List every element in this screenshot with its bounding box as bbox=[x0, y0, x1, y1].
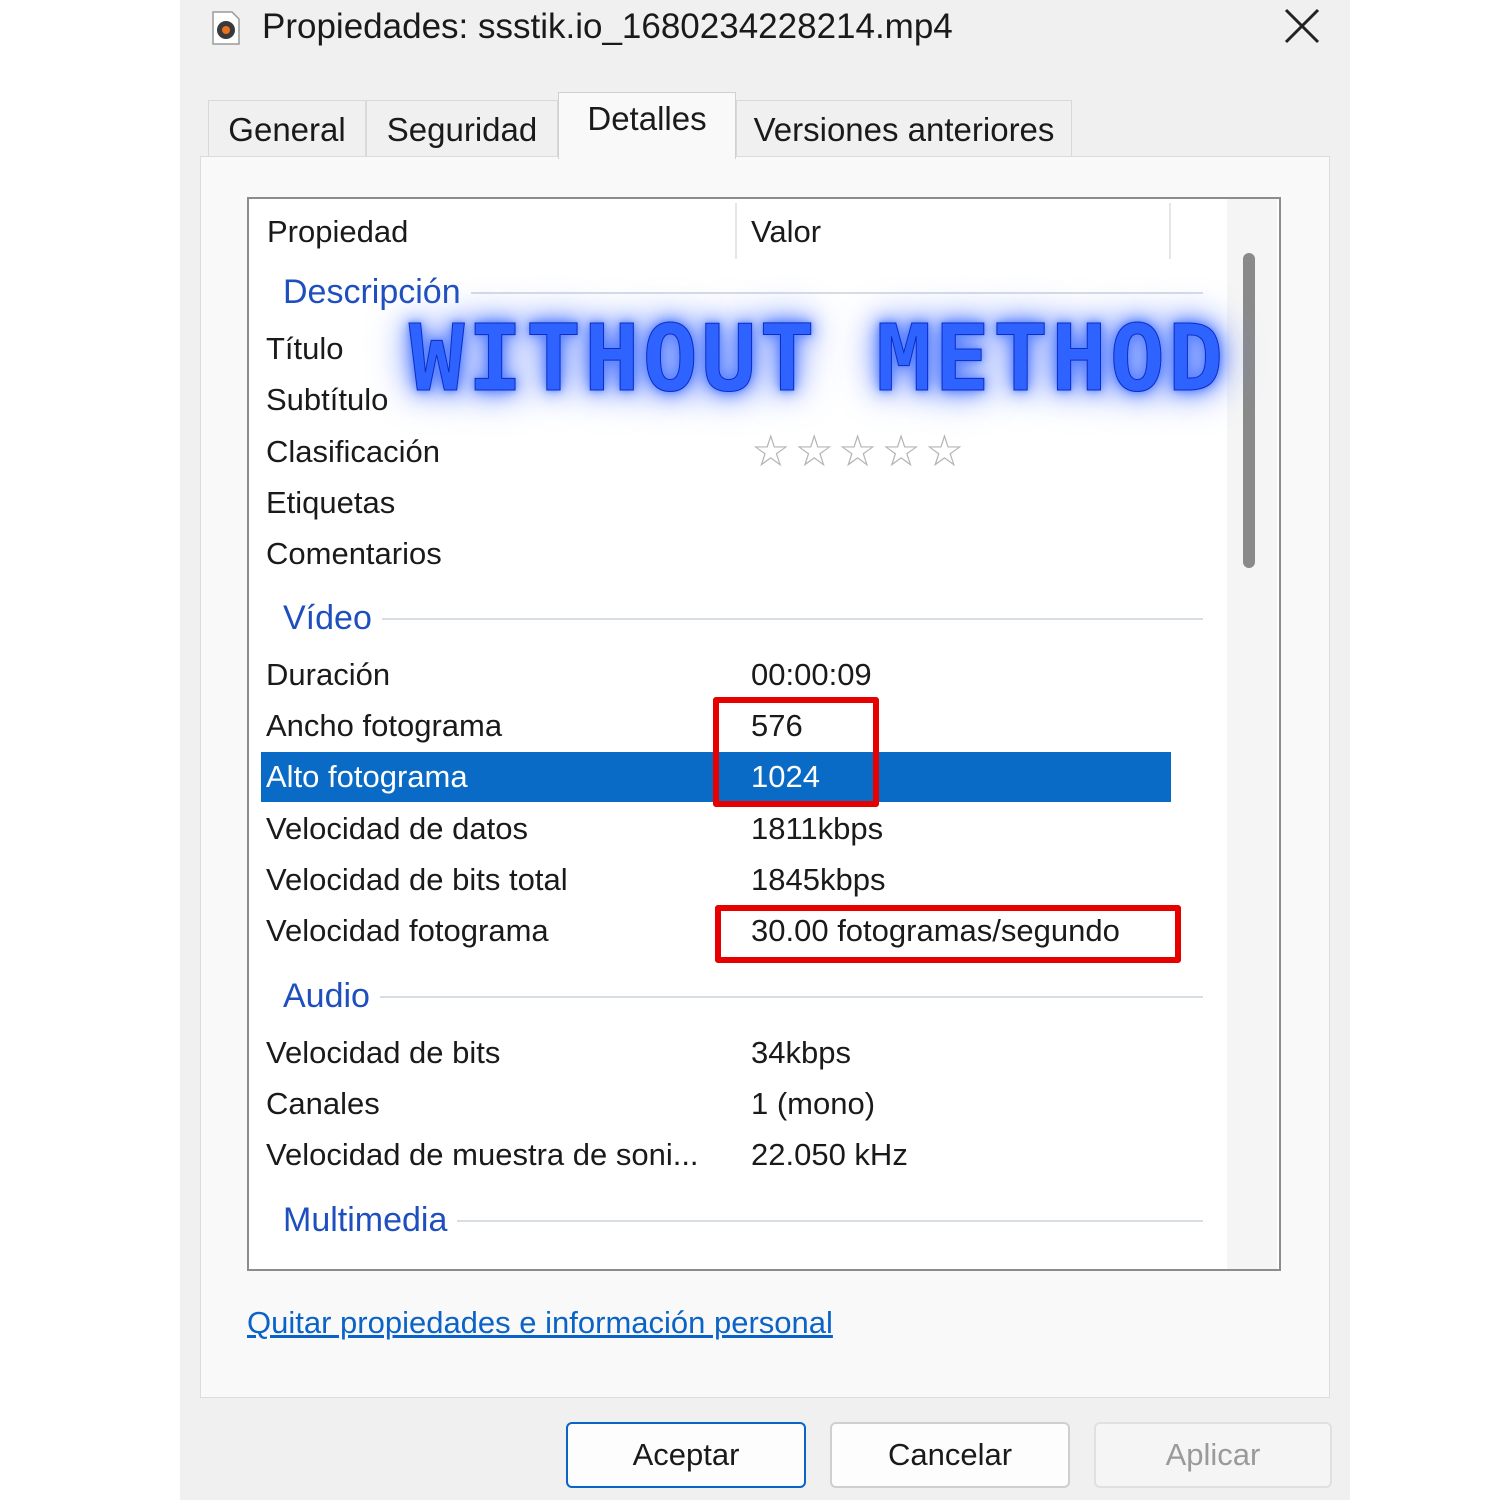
vertical-scrollbar[interactable] bbox=[1227, 199, 1277, 1269]
row-bitrate[interactable]: Velocidad de bits 34kbps bbox=[261, 1028, 1171, 1078]
property-name: Título bbox=[266, 331, 344, 366]
property-name: Velocidad de datos bbox=[266, 811, 528, 846]
watermark-text: WITHOUT METHOD bbox=[408, 305, 1227, 413]
column-divider[interactable] bbox=[735, 203, 737, 259]
row-rating[interactable]: Clasificación ☆☆☆☆☆ bbox=[261, 427, 1171, 477]
property-value: 1 (mono) bbox=[751, 1086, 876, 1121]
section-multimedia: Multimedia bbox=[283, 1195, 1203, 1245]
section-heading: Audio bbox=[283, 971, 380, 1021]
property-name: Duración bbox=[266, 657, 391, 692]
row-data-rate[interactable]: Velocidad de datos 1811kbps bbox=[261, 804, 1171, 854]
property-name: Comentarios bbox=[266, 536, 442, 571]
property-name: Velocidad fotograma bbox=[266, 913, 549, 948]
highlight-frame-size-box bbox=[713, 697, 879, 807]
tab-security[interactable]: Seguridad bbox=[366, 100, 558, 157]
properties-dialog: Propiedades: ssstik.io_1680234228214.mp4… bbox=[180, 0, 1350, 1500]
section-audio: Audio bbox=[283, 971, 1203, 1021]
property-name: Subtítulo bbox=[266, 382, 389, 417]
property-name: Velocidad de muestra de soni... bbox=[266, 1137, 699, 1172]
ok-button[interactable]: Aceptar bbox=[566, 1422, 806, 1488]
details-panel: Propiedad Valor Descripción Título Subtí… bbox=[200, 156, 1330, 1398]
property-name: Ancho fotograma bbox=[266, 708, 503, 743]
tab-details[interactable]: Detalles bbox=[558, 92, 736, 159]
property-name: Velocidad de bits bbox=[266, 1035, 501, 1070]
window-title: Propiedades: ssstik.io_1680234228214.mp4 bbox=[262, 7, 953, 46]
properties-list[interactable]: Propiedad Valor Descripción Título Subtí… bbox=[247, 197, 1281, 1271]
property-name: Clasificación bbox=[266, 434, 441, 469]
row-tags[interactable]: Etiquetas bbox=[261, 478, 1171, 528]
row-sample-rate[interactable]: Velocidad de muestra de soni... 22.050 k… bbox=[261, 1130, 1171, 1180]
row-total-bitrate[interactable]: Velocidad de bits total 1845kbps bbox=[261, 855, 1171, 905]
tab-general[interactable]: General bbox=[208, 100, 366, 157]
section-heading: Multimedia bbox=[283, 1195, 458, 1245]
column-header-value[interactable]: Valor bbox=[751, 207, 821, 257]
property-value: 1845kbps bbox=[751, 862, 886, 897]
property-value: 22.050 kHz bbox=[751, 1137, 908, 1172]
row-channels[interactable]: Canales 1 (mono) bbox=[261, 1079, 1171, 1129]
close-icon[interactable] bbox=[1280, 4, 1324, 48]
remove-properties-link[interactable]: Quitar propiedades e información persona… bbox=[247, 1303, 833, 1343]
column-header-property[interactable]: Propiedad bbox=[267, 207, 408, 257]
property-name: Alto fotograma bbox=[266, 759, 468, 794]
section-heading: Vídeo bbox=[283, 593, 382, 643]
property-value: 00:00:09 bbox=[751, 657, 872, 692]
row-comments[interactable]: Comentarios bbox=[261, 529, 1171, 579]
highlight-frame-rate-box bbox=[715, 905, 1181, 963]
property-value: 34kbps bbox=[751, 1035, 851, 1070]
section-video: Vídeo bbox=[283, 593, 1203, 643]
row-duration[interactable]: Duración 00:00:09 bbox=[261, 650, 1171, 700]
cancel-button[interactable]: Cancelar bbox=[830, 1422, 1070, 1488]
property-name: Velocidad de bits total bbox=[266, 862, 568, 897]
column-divider[interactable] bbox=[1169, 203, 1171, 259]
title-bar: Propiedades: ssstik.io_1680234228214.mp4 bbox=[180, 0, 1350, 60]
scrollbar-thumb[interactable] bbox=[1243, 253, 1255, 568]
section-divider bbox=[283, 996, 1203, 998]
property-value: 1811kbps bbox=[751, 811, 884, 846]
section-divider bbox=[283, 618, 1203, 620]
video-file-icon bbox=[212, 11, 240, 45]
property-name: Etiquetas bbox=[266, 485, 396, 520]
property-name: Canales bbox=[266, 1086, 380, 1121]
tab-previous-versions[interactable]: Versiones anteriores bbox=[736, 100, 1072, 157]
star-rating[interactable]: ☆☆☆☆☆ bbox=[751, 430, 968, 474]
apply-button[interactable]: Aplicar bbox=[1094, 1422, 1332, 1488]
